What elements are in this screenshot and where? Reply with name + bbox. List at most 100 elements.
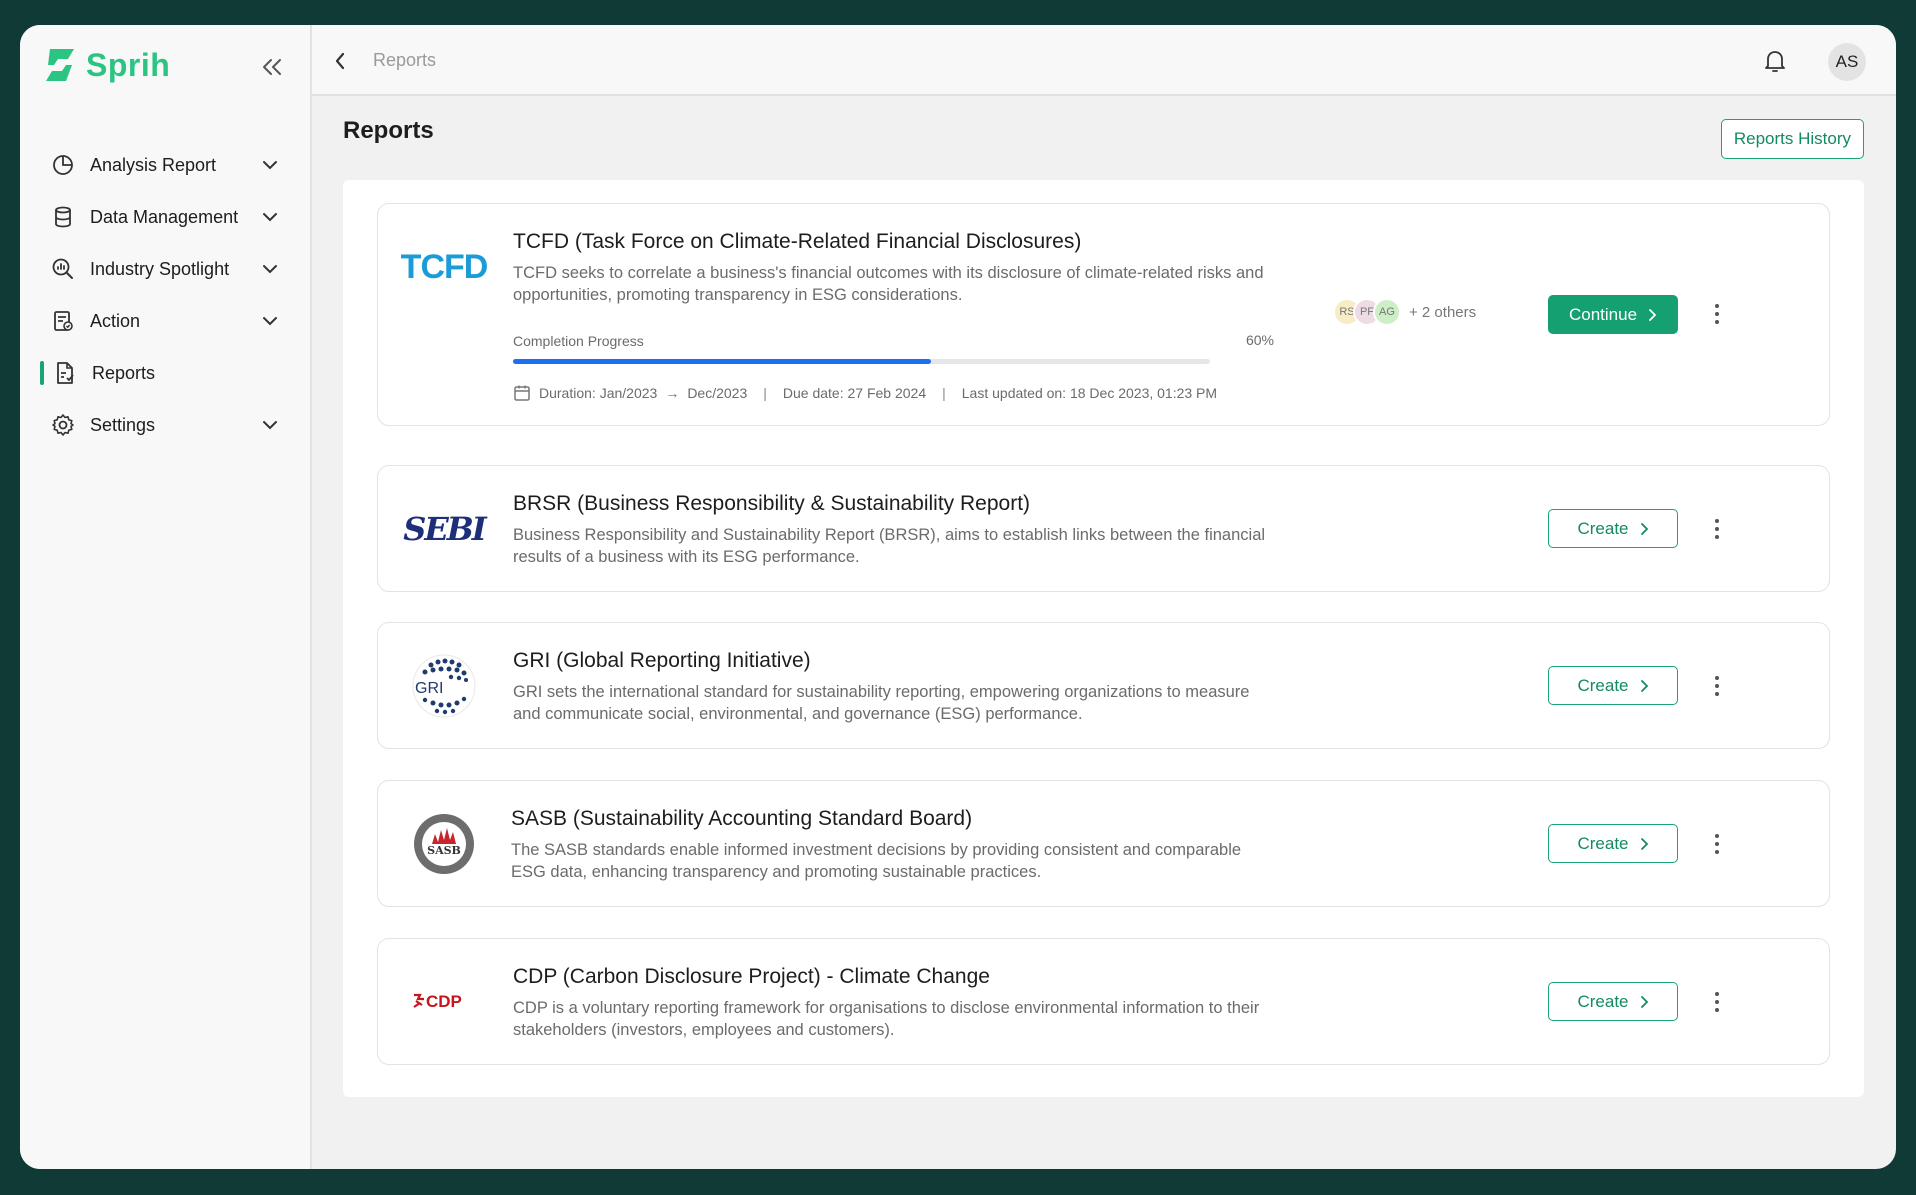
tcfd-logo: TCFD [398, 242, 490, 292]
sprih-logo-icon [46, 49, 74, 81]
more-options-button[interactable] [1709, 672, 1725, 700]
database-icon [50, 204, 76, 230]
sidebar-item-label: Data Management [90, 206, 239, 227]
report-description: Business Responsibility and Sustainabili… [513, 526, 1266, 566]
duration-start: Duration: Jan/2023 [539, 385, 658, 401]
sebi-logo: SEBI [398, 504, 490, 554]
chevron-down-icon [260, 311, 280, 331]
cdp-logo: CDP [398, 977, 490, 1027]
report-card-gri: GRI GRI (Global Reporting Initiative) GR… [377, 622, 1830, 749]
main-content: Reports AS Reports Reports History TCFD … [312, 25, 1896, 1169]
separator: | [942, 385, 946, 401]
report-title: SASB (Sustainability Accounting Standard… [511, 807, 973, 830]
sidebar-item-label: Action [90, 310, 141, 331]
chevron-down-icon [260, 207, 280, 227]
back-button[interactable] [328, 49, 352, 73]
gri-logo-text: GRI [415, 680, 443, 697]
more-options-button[interactable] [1709, 988, 1725, 1016]
gear-icon [50, 412, 76, 438]
report-title: GRI (Global Reporting Initiative) [513, 649, 811, 672]
create-button-label: Create [1577, 518, 1629, 538]
sasb-logo-text: SASB [427, 844, 461, 857]
sidebar-item-reports[interactable]: Reports [20, 347, 310, 399]
reports-panel: TCFD TCFD (Task Force on Climate-Related… [343, 180, 1864, 1097]
tcfd-logo-text: TCFD [400, 247, 489, 286]
app-window: Sprih Analysis Report Data Management In… [20, 25, 1896, 1169]
last-updated: Last updated on: 18 Dec 2023, 01:23 PM [961, 385, 1218, 401]
duration-end: Dec/2023 [687, 385, 748, 401]
sasb-logo: SASB [398, 811, 490, 877]
page-title: Reports [343, 117, 434, 144]
cdp-logo-text: CDP [426, 992, 462, 1011]
chevron-right-icon [1640, 837, 1648, 850]
sidebar-item-label: Industry Spotlight [90, 258, 230, 279]
app-logo[interactable]: Sprih [44, 45, 170, 85]
report-description: CDP is a voluntary reporting framework f… [513, 999, 1260, 1039]
progress-percent: 60% [1245, 332, 1274, 348]
create-button-label: Create [1577, 675, 1629, 695]
notifications-button[interactable] [1760, 46, 1790, 76]
more-options-button[interactable] [1709, 515, 1725, 543]
app-name: Sprih [86, 46, 171, 83]
more-options-button[interactable] [1709, 830, 1725, 858]
sidebar-item-label: Analysis Report [90, 154, 217, 175]
collaborator-avatar: AG [1373, 298, 1401, 326]
create-button-label: Create [1577, 833, 1629, 853]
chevron-right-icon [1640, 995, 1648, 1008]
reports-history-button[interactable]: Reports History [1720, 119, 1864, 159]
create-button-label: Create [1577, 991, 1629, 1011]
checklist-icon [50, 308, 76, 334]
report-card-cdp: CDP CDP (Carbon Disclosure Project) - Cl… [377, 938, 1830, 1065]
active-indicator [40, 361, 44, 385]
chevron-right-icon [1640, 679, 1648, 692]
sidebar-item-data-management[interactable]: Data Management [20, 191, 310, 243]
calendar-icon [514, 385, 530, 401]
sidebar-item-label: Settings [90, 414, 156, 435]
sidebar-item-industry-spotlight[interactable]: Industry Spotlight [20, 243, 310, 295]
sidebar-item-settings[interactable]: Settings [20, 399, 310, 451]
report-description: GRI sets the international standard for … [513, 683, 1250, 723]
create-button[interactable]: Create [1548, 666, 1678, 705]
progress-label: Completion Progress [513, 333, 644, 349]
report-card-sasb: SASB SASB (Sustainability Accounting Sta… [377, 780, 1830, 907]
collaborators[interactable]: RS PF AG + 2 others [1333, 298, 1476, 326]
gri-globe-icon: GRI [412, 654, 476, 718]
sidebar-nav: Analysis Report Data Management Industry… [20, 139, 310, 451]
report-meta: Duration: Jan/2023 → Dec/2023 | Due date… [513, 384, 1217, 402]
collapse-sidebar-button[interactable] [256, 51, 288, 83]
continue-button[interactable]: Continue [1548, 295, 1678, 334]
sidebar: Sprih Analysis Report Data Management In… [20, 25, 312, 1169]
create-button[interactable]: Create [1548, 824, 1678, 863]
user-avatar[interactable]: AS [1828, 43, 1866, 81]
gri-logo: GRI [398, 651, 490, 721]
analytics-search-icon [50, 256, 76, 282]
sasb-seal-icon: SASB [414, 814, 474, 874]
pie-chart-icon [50, 152, 76, 178]
create-button[interactable]: Create [1548, 982, 1678, 1021]
more-options-button[interactable] [1709, 300, 1725, 328]
report-file-icon [52, 360, 78, 386]
cdp-logo-icon: CDP [413, 992, 462, 1011]
create-button[interactable]: Create [1548, 509, 1678, 548]
report-description: TCFD seeks to correlate a business's fin… [513, 264, 1264, 304]
arrow-right-icon: → [665, 385, 680, 401]
separator: | [763, 385, 767, 401]
progress-bar [513, 359, 1210, 364]
sebi-logo-text: SEBI [403, 510, 487, 548]
top-bar: Reports AS [312, 25, 1896, 96]
breadcrumb[interactable]: Reports [373, 50, 436, 71]
report-title: CDP (Carbon Disclosure Project) - Climat… [513, 965, 990, 988]
continue-button-label: Continue [1568, 304, 1638, 324]
sidebar-item-action[interactable]: Action [20, 295, 310, 347]
chevron-down-icon [260, 259, 280, 279]
sidebar-item-analysis-report[interactable]: Analysis Report [20, 139, 310, 191]
report-title: TCFD (Task Force on Climate-Related Fina… [513, 230, 1082, 253]
chevron-down-icon [260, 415, 280, 435]
sidebar-item-label: Reports [92, 362, 156, 383]
due-date: Due date: 27 Feb 2024 [782, 385, 927, 401]
chevron-down-icon [260, 155, 280, 175]
report-card-brsr: SEBI BRSR (Business Responsibility & Sus… [377, 465, 1830, 592]
report-card-tcfd: TCFD TCFD (Task Force on Climate-Related… [377, 203, 1830, 426]
double-chevron-left-icon [263, 59, 281, 75]
bell-icon [1765, 51, 1785, 72]
